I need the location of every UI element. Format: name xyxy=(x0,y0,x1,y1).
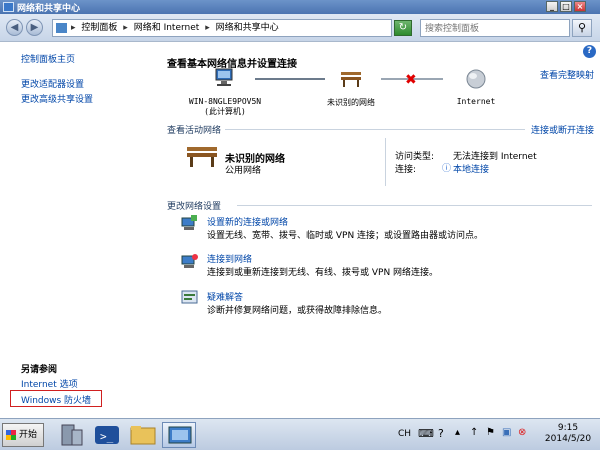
search-icon[interactable]: ⚲ xyxy=(572,19,592,37)
network-node: 未识别的网络 xyxy=(327,98,375,107)
connect-network-icon xyxy=(181,254,198,268)
taskbar: 开始 >_ CH ⌨ ? ▴ ↑ ⚑ ▣ ⊗ 9:15 2014/5/20 xyxy=(0,418,600,450)
new-connection-icon xyxy=(181,215,197,230)
task-new-connection-desc: 设置无线、宽带、拨号、临时或 VPN 连接；或设置路由器或访问点。 xyxy=(207,231,484,241)
title-bar: 网络和共享中心 _ □ × xyxy=(0,0,600,14)
arrow-icon[interactable]: ↑ xyxy=(470,427,478,438)
control-panel-icon xyxy=(56,23,67,33)
windows-logo-icon xyxy=(6,430,16,440)
help-tray-icon[interactable]: ? xyxy=(438,427,444,440)
network-center-icon xyxy=(3,2,14,12)
task-connect-network-desc: 连接到或重新连接到无线、有线、拨号或 VPN 网络连接。 xyxy=(207,268,439,278)
forward-button[interactable]: ▶ xyxy=(26,19,43,36)
maximize-button[interactable]: □ xyxy=(560,1,572,12)
network-tray-icon[interactable]: ▣ xyxy=(502,427,511,438)
chevron-up-icon[interactable]: ▴ xyxy=(455,427,460,438)
see-also-windows-firewall[interactable]: Windows 防火墙 xyxy=(21,393,91,406)
computer-node: WIN-8NGLE9POV5N (此计算机) xyxy=(185,97,265,117)
error-x-icon[interactable]: ✖ xyxy=(405,72,417,88)
task-troubleshoot[interactable]: 疑难解答 xyxy=(207,290,243,303)
computer-name: WIN-8NGLE9POV5N xyxy=(188,97,262,106)
start-button[interactable]: 开始 xyxy=(2,423,44,447)
close-button[interactable]: × xyxy=(574,1,586,12)
server-manager-icon[interactable] xyxy=(54,422,88,448)
minimize-button[interactable]: _ xyxy=(546,1,558,12)
bench-icon xyxy=(187,147,217,167)
breadcrumb-control-panel[interactable]: 控制面板 xyxy=(81,20,117,36)
flag-icon[interactable]: ⚑ xyxy=(486,427,495,438)
breadcrumb-network-center[interactable]: 网络和共享中心 xyxy=(216,20,279,36)
chevron-right-icon[interactable]: ▸ xyxy=(71,20,76,36)
active-network-type[interactable]: 公用网络 xyxy=(225,163,261,176)
left-pane: 控制面板主页 更改适配器设置 更改高级共享设置 另请参阅 Internet 选项… xyxy=(0,42,155,418)
access-type-label: 访问类型: xyxy=(395,152,435,162)
connection-label: 连接: xyxy=(395,165,417,175)
sidebar-item-sharing-settings[interactable]: 更改高级共享设置 xyxy=(21,92,93,105)
bench-icon xyxy=(341,72,361,87)
powershell-icon[interactable]: >_ xyxy=(90,422,124,448)
sidebar-item-control-panel-home[interactable]: 控制面板主页 xyxy=(21,52,75,65)
help-icon[interactable]: ? xyxy=(583,45,596,58)
network-center-taskbar-icon[interactable] xyxy=(162,422,196,448)
back-button[interactable]: ◀ xyxy=(6,19,23,36)
window-title: 网络和共享中心 xyxy=(17,4,81,14)
clock[interactable]: 9:15 2014/5/20 xyxy=(536,423,600,445)
see-also-internet-options[interactable]: Internet 选项 xyxy=(21,377,78,390)
connection-icon: ⓘ xyxy=(442,164,452,174)
see-also-heading: 另请参阅 xyxy=(21,365,58,375)
chevron-right-icon[interactable]: ▸ xyxy=(205,20,210,36)
search-input[interactable] xyxy=(420,19,570,37)
clock-time: 9:15 xyxy=(557,423,579,433)
troubleshoot-icon xyxy=(181,290,198,304)
file-explorer-icon[interactable] xyxy=(126,422,160,448)
internet-node: Internet xyxy=(456,97,496,106)
divider xyxy=(385,138,386,186)
breadcrumb-network-internet[interactable]: 网络和 Internet xyxy=(134,20,200,36)
active-networks-title: 查看活动网络 xyxy=(167,126,222,136)
address-bar: ◀ ▶ ▸ 控制面板 ▸ 网络和 Internet ▸ 网络和共享中心 ▾ ↻ … xyxy=(0,14,600,42)
breadcrumb[interactable]: ▸ 控制面板 ▸ 网络和 Internet ▸ 网络和共享中心 ▾ xyxy=(52,19,438,37)
access-type-value: 无法连接到 Internet xyxy=(453,152,537,162)
task-new-connection[interactable]: 设置新的连接或网络 xyxy=(207,215,288,228)
clock-date: 2014/5/20 xyxy=(544,434,592,444)
globe-icon xyxy=(466,69,486,89)
keyboard-icon[interactable]: ⌨ xyxy=(418,427,434,440)
svg-text:>_: >_ xyxy=(100,430,114,443)
main-content: ? 查看基本网络信息并设置连接 查看完整映射 WIN-8NGLE9POV5N (… xyxy=(155,42,600,418)
task-troubleshoot-desc: 诊断并修复网络问题，或获得故障排除信息。 xyxy=(207,306,388,316)
sidebar-item-adapter-settings[interactable]: 更改适配器设置 xyxy=(21,77,84,90)
chevron-right-icon[interactable]: ▸ xyxy=(123,20,128,36)
computer-caption: (此计算机) xyxy=(204,107,246,116)
divider xyxy=(225,129,525,130)
local-connection-link[interactable]: 本地连接 xyxy=(453,162,489,175)
start-label: 开始 xyxy=(19,430,38,440)
connect-disconnect-link[interactable]: 连接或断开连接 xyxy=(531,123,594,136)
refresh-button[interactable]: ↻ xyxy=(394,20,412,36)
change-settings-title: 更改网络设置 xyxy=(167,202,222,212)
divider xyxy=(237,205,592,206)
volume-muted-icon[interactable]: ⊗ xyxy=(518,427,526,438)
connection-line xyxy=(255,78,325,80)
task-connect-network[interactable]: 连接到网络 xyxy=(207,252,252,265)
full-map-link[interactable]: 查看完整映射 xyxy=(540,68,594,81)
computer-icon xyxy=(215,68,233,86)
language-indicator[interactable]: CH xyxy=(398,429,411,439)
